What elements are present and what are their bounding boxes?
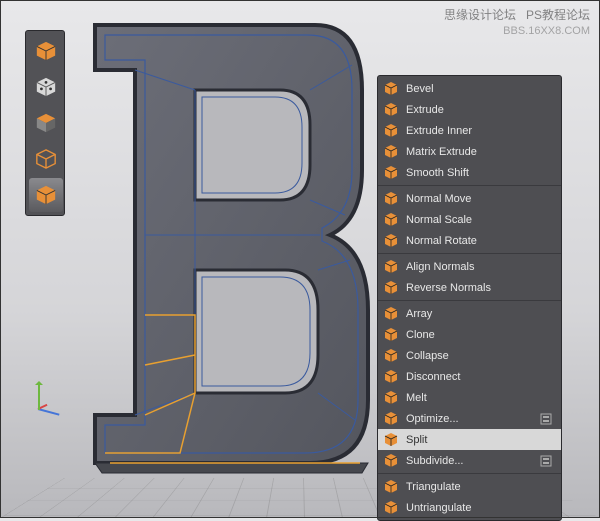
clone-icon — [382, 326, 400, 344]
menu-item-align-normals[interactable]: Align Normals — [378, 256, 561, 277]
normal-scale-icon — [382, 211, 400, 229]
menu-label: Extrude Inner — [406, 125, 553, 137]
top-face-cube-icon — [35, 112, 57, 134]
menu-item-untriangulate[interactable]: Untriangulate — [378, 497, 561, 518]
options-icon[interactable] — [539, 412, 553, 426]
axis-gizmo — [30, 378, 70, 418]
menu-label: Triangulate — [406, 481, 553, 493]
dice-cube-tool[interactable] — [29, 70, 63, 104]
menu-label: Clone — [406, 329, 553, 341]
menu-item-extrude[interactable]: Extrude — [378, 99, 561, 120]
mesh-object-letter-b[interactable] — [80, 15, 375, 475]
menu-item-array[interactable]: Array — [378, 303, 561, 324]
menu-label: Smooth Shift — [406, 167, 553, 179]
wire-cube-icon — [35, 148, 57, 170]
solid-cube-tool[interactable] — [29, 34, 63, 68]
menu-item-normal-rotate[interactable]: Normal Rotate — [378, 230, 561, 251]
menu-item-clone[interactable]: Clone — [378, 324, 561, 345]
axis-z — [38, 408, 60, 416]
reverse-normals-icon — [382, 279, 400, 297]
menu-label: Subdivide... — [406, 455, 535, 467]
menu-separator — [378, 300, 561, 301]
menu-item-smooth-shift[interactable]: Smooth Shift — [378, 162, 561, 183]
menu-item-collapse[interactable]: Collapse — [378, 345, 561, 366]
menu-item-bevel[interactable]: Bevel — [378, 78, 561, 99]
menu-label: Optimize... — [406, 413, 535, 425]
menu-label: Disconnect — [406, 371, 553, 383]
menu-item-normal-scale[interactable]: Normal Scale — [378, 209, 561, 230]
watermark: 思缘设计论坛 PS教程论坛 BBS.16XX8.COM — [444, 6, 590, 37]
polygon-context-menu: Bevel Extrude Extrude Inner Matrix Extrude S… — [377, 75, 562, 521]
menu-label: Normal Move — [406, 193, 553, 205]
melt-icon — [382, 389, 400, 407]
menu-label: Array — [406, 308, 553, 320]
align-normals-icon — [382, 258, 400, 276]
menu-label: Align Normals — [406, 261, 553, 273]
menu-label: Untriangulate — [406, 502, 553, 514]
menu-item-disconnect[interactable]: Disconnect — [378, 366, 561, 387]
menu-item-extrude-inner[interactable]: Extrude Inner — [378, 120, 561, 141]
menu-item-matrix-extrude[interactable]: Matrix Extrude — [378, 141, 561, 162]
menu-label: Bevel — [406, 83, 553, 95]
optimize-icon — [382, 410, 400, 428]
poly-cube-icon — [35, 184, 57, 206]
menu-label: Matrix Extrude — [406, 146, 553, 158]
menu-item-triangulate[interactable]: Triangulate — [378, 476, 561, 497]
split-icon — [382, 431, 400, 449]
menu-item-melt[interactable]: Melt — [378, 387, 561, 408]
menu-label: Extrude — [406, 104, 553, 116]
bevel-icon — [382, 80, 400, 98]
menu-item-subdivide[interactable]: Subdivide... — [378, 450, 561, 471]
menu-label: Normal Rotate — [406, 235, 553, 247]
poly-cube-tool[interactable] — [29, 178, 63, 212]
wire-cube-tool[interactable] — [29, 142, 63, 176]
normal-move-icon — [382, 190, 400, 208]
menu-label: Reverse Normals — [406, 282, 553, 294]
menu-label: Melt — [406, 392, 553, 404]
top-face-cube-tool[interactable] — [29, 106, 63, 140]
watermark-text3: BBS.16XX8.COM — [503, 25, 590, 37]
mode-toolbar — [25, 30, 65, 216]
letter-b-geometry — [80, 15, 375, 475]
array-icon — [382, 305, 400, 323]
disconnect-icon — [382, 368, 400, 386]
normal-rotate-icon — [382, 232, 400, 250]
subdivide-icon — [382, 452, 400, 470]
menu-separator — [378, 253, 561, 254]
extrude-icon — [382, 101, 400, 119]
menu-item-optimize[interactable]: Optimize... — [378, 408, 561, 429]
menu-item-split[interactable]: Split — [378, 429, 561, 450]
watermark-text2: PS教程论坛 — [526, 8, 590, 22]
menu-separator — [378, 473, 561, 474]
extrude-inner-icon — [382, 122, 400, 140]
options-icon[interactable] — [539, 454, 553, 468]
menu-label: Collapse — [406, 350, 553, 362]
menu-item-normal-move[interactable]: Normal Move — [378, 188, 561, 209]
untriangulate-icon — [382, 499, 400, 517]
menu-label: Split — [406, 434, 553, 446]
watermark-text1: 思缘设计论坛 — [444, 8, 516, 22]
axis-y — [38, 382, 40, 410]
triangulate-icon — [382, 478, 400, 496]
matrix-extrude-icon — [382, 143, 400, 161]
collapse-icon — [382, 347, 400, 365]
smooth-shift-icon — [382, 164, 400, 182]
solid-cube-icon — [35, 40, 57, 62]
dice-cube-icon — [35, 76, 57, 98]
menu-label: Normal Scale — [406, 214, 553, 226]
menu-item-reverse-normals[interactable]: Reverse Normals — [378, 277, 561, 298]
menu-separator — [378, 185, 561, 186]
